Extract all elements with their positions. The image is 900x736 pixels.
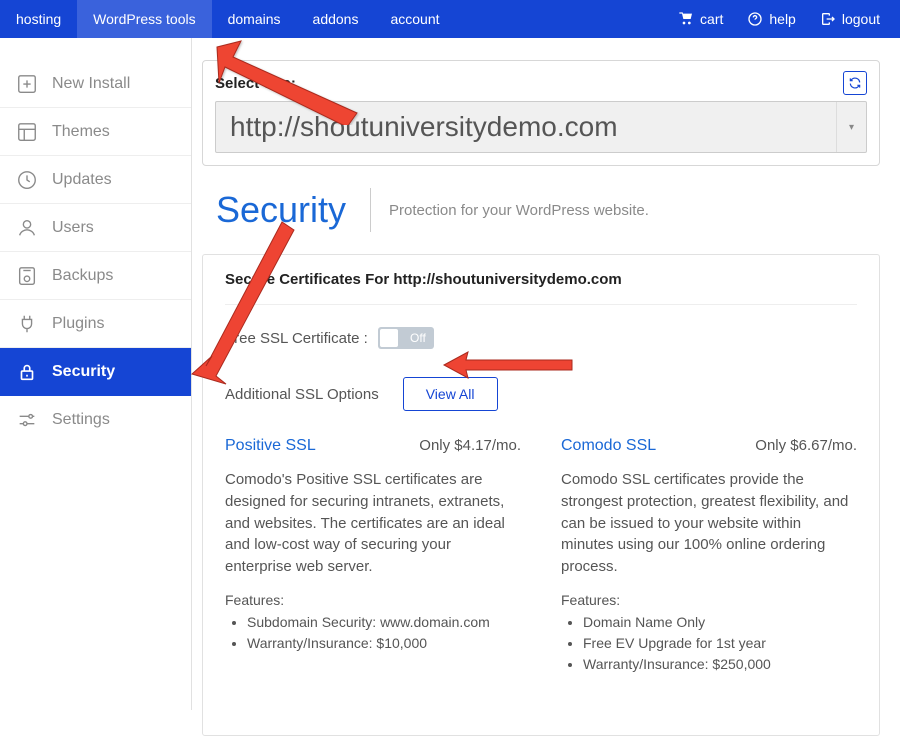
ssl-name-link[interactable]: Positive SSL [225, 437, 316, 455]
sidebar-item-label: Backups [52, 267, 113, 285]
nav-domains[interactable]: domains [212, 0, 297, 38]
ssl-price: Only $6.67/mo. [755, 437, 857, 454]
sidebar-item-label: Security [52, 363, 115, 381]
sidebar-item-new-install[interactable]: New Install [0, 60, 191, 108]
sidebar-item-label: New Install [52, 75, 130, 93]
ssl-price: Only $4.17/mo. [419, 437, 521, 454]
site-select-panel: Select Site: http://shoutuniversitydemo.… [202, 60, 880, 166]
sidebar-item-settings[interactable]: Settings [0, 396, 191, 444]
feature-item: Warranty/Insurance: $250,000 [583, 654, 857, 675]
layout-icon [16, 121, 38, 143]
page-subtitle: Protection for your WordPress website. [370, 188, 649, 232]
sidebar-item-plugins[interactable]: Plugins [0, 300, 191, 348]
sidebar-item-label: Themes [52, 123, 110, 141]
sidebar-item-label: Plugins [52, 315, 104, 333]
user-icon [16, 217, 38, 239]
feature-item: Domain Name Only [583, 612, 857, 633]
nav-wordpress-tools[interactable]: WordPress tools [77, 0, 211, 38]
sliders-icon [16, 409, 38, 431]
sidebar: New Install Themes Updates Users Backups… [0, 38, 192, 710]
plug-icon [16, 313, 38, 335]
help-icon [747, 11, 763, 27]
free-ssl-label: Free SSL Certificate : [225, 330, 368, 347]
feature-item: Warranty/Insurance: $10,000 [247, 633, 521, 654]
ssl-description: Comodo SSL certificates provide the stro… [561, 469, 857, 578]
features-title: Features: [561, 592, 857, 608]
logout-label: logout [842, 11, 880, 27]
select-site-label: Select Site: [215, 75, 296, 92]
cart-icon [678, 11, 694, 27]
help-link[interactable]: help [735, 11, 807, 27]
help-label: help [769, 11, 795, 27]
logout-icon [820, 11, 836, 27]
clock-icon [16, 169, 38, 191]
sidebar-item-themes[interactable]: Themes [0, 108, 191, 156]
nav-hosting[interactable]: hosting [0, 0, 77, 38]
ssl-description: Comodo's Positive SSL certificates are d… [225, 469, 521, 578]
free-ssl-toggle[interactable]: Off [378, 327, 434, 349]
card-heading: Secure Certificates For http://shoutuniv… [225, 271, 857, 305]
sidebar-item-users[interactable]: Users [0, 204, 191, 252]
lock-icon [16, 361, 38, 383]
cart-label: cart [700, 11, 723, 27]
features-title: Features: [225, 592, 521, 608]
site-select-dropdown[interactable]: http://shoutuniversitydemo.com ▾ [215, 101, 867, 153]
topnav: hosting WordPress tools domains addons a… [0, 0, 456, 38]
sidebar-item-security[interactable]: Security [0, 348, 191, 396]
refresh-button[interactable] [843, 71, 867, 95]
features-list: Subdomain Security: www.domain.com Warra… [225, 612, 521, 654]
additional-ssl-label: Additional SSL Options [225, 386, 379, 403]
chevron-down-icon: ▾ [836, 102, 866, 152]
disk-icon [16, 265, 38, 287]
sidebar-item-label: Users [52, 219, 94, 237]
toggle-knob [380, 329, 398, 347]
feature-item: Subdomain Security: www.domain.com [247, 612, 521, 633]
cart-link[interactable]: cart [666, 11, 735, 27]
nav-addons[interactable]: addons [297, 0, 375, 38]
ssl-name-link[interactable]: Comodo SSL [561, 437, 656, 455]
logout-link[interactable]: logout [808, 11, 892, 27]
selected-site-url: http://shoutuniversitydemo.com [230, 111, 618, 143]
ssl-option-comodo: Comodo SSL Only $6.67/mo. Comodo SSL cer… [561, 437, 857, 675]
features-list: Domain Name Only Free EV Upgrade for 1st… [561, 612, 857, 675]
sidebar-item-label: Settings [52, 411, 110, 429]
sidebar-item-label: Updates [52, 171, 112, 189]
feature-item: Free EV Upgrade for 1st year [583, 633, 857, 654]
sidebar-item-updates[interactable]: Updates [0, 156, 191, 204]
toggle-state: Off [410, 331, 426, 345]
ssl-card: Secure Certificates For http://shoutuniv… [202, 254, 880, 736]
plus-box-icon [16, 73, 38, 95]
page-title: Security [216, 189, 370, 231]
view-all-button[interactable]: View All [403, 377, 498, 411]
ssl-option-positive: Positive SSL Only $4.17/mo. Comodo's Pos… [225, 437, 521, 675]
sidebar-item-backups[interactable]: Backups [0, 252, 191, 300]
nav-account[interactable]: account [374, 0, 455, 38]
refresh-icon [848, 76, 862, 90]
